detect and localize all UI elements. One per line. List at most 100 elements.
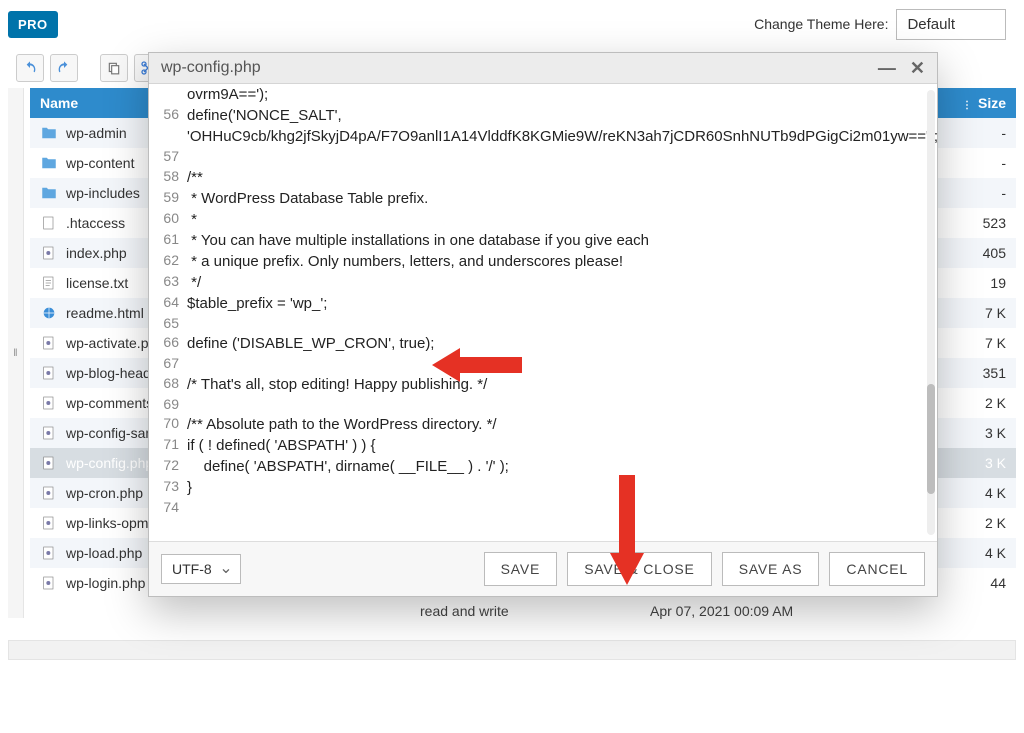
php-file-icon <box>40 424 58 442</box>
file-name: wp-cron.php <box>66 485 143 501</box>
file-name: wp-content <box>66 155 134 171</box>
line-content: * <box>187 209 937 230</box>
line-content: /* That's all, stop editing! Happy publi… <box>187 374 937 395</box>
code-line[interactable]: 63 */ <box>149 272 937 293</box>
file-size: 4 K <box>956 485 1016 501</box>
line-content: * WordPress Database Table prefix. <box>187 188 937 209</box>
code-line[interactable]: 61 * You can have multiple installations… <box>149 230 937 251</box>
line-number: 66 <box>149 333 187 354</box>
file-icon <box>40 214 58 232</box>
line-number: 74 <box>149 498 187 518</box>
line-number: 68 <box>149 374 187 395</box>
file-size: 351 <box>956 365 1016 381</box>
line-content <box>187 354 937 374</box>
html-file-icon <box>40 304 58 322</box>
line-content: * a unique prefix. Only numbers, letters… <box>187 251 937 272</box>
theme-select[interactable]: Default <box>896 9 1006 40</box>
line-content: /** Absolute path to the WordPress direc… <box>187 414 937 435</box>
sort-icon: ⋮ <box>962 100 972 111</box>
line-content: define ('DISABLE_WP_CRON', true); <box>187 333 937 354</box>
file-name: wp-includes <box>66 185 140 201</box>
file-size: 3 K <box>956 455 1016 471</box>
code-line[interactable]: 58/** <box>149 167 937 188</box>
pro-badge: PRO <box>8 11 58 38</box>
file-name: wp-login.php <box>66 575 145 591</box>
line-number: 69 <box>149 395 187 415</box>
code-line[interactable]: 59 * WordPress Database Table prefix. <box>149 188 937 209</box>
file-size: 19 <box>956 275 1016 291</box>
editor-footer: UTF-8 SAVE SAVE & CLOSE SAVE AS CANCEL <box>149 541 937 596</box>
minimize-icon[interactable]: — <box>878 59 896 77</box>
editor-titlebar[interactable]: wp-config.php — ✕ <box>149 53 937 84</box>
line-number: 56 <box>149 105 187 147</box>
line-content: define('NONCE_SALT', 'OHHuC9cb/khg2jfSky… <box>187 105 937 147</box>
line-content: $table_prefix = 'wp_'; <box>187 293 937 314</box>
code-line[interactable]: 65 <box>149 314 937 334</box>
line-number: 60 <box>149 209 187 230</box>
top-bar: PRO Change Theme Here: Default <box>0 0 1024 48</box>
close-icon[interactable]: ✕ <box>910 59 925 77</box>
line-number: 62 <box>149 251 187 272</box>
line-content <box>187 147 937 167</box>
line-content: */ <box>187 272 937 293</box>
line-number: 58 <box>149 167 187 188</box>
column-size-header[interactable]: ⋮Size <box>956 95 1016 111</box>
file-size: 7 K <box>956 305 1016 321</box>
file-size: 44 <box>956 575 1016 591</box>
code-line[interactable]: 57 <box>149 147 937 167</box>
horizontal-scrollbar[interactable] <box>8 640 1016 660</box>
undo-button[interactable] <box>16 54 44 82</box>
file-name: wp-admin <box>66 125 127 141</box>
code-line[interactable]: 66define ('DISABLE_WP_CRON', true); <box>149 333 937 354</box>
line-content: /** <box>187 167 937 188</box>
redo-button[interactable] <box>50 54 78 82</box>
collapse-rail[interactable]: ‖ <box>8 88 24 618</box>
php-file-icon <box>40 454 58 472</box>
code-line[interactable]: 62 * a unique prefix. Only numbers, lett… <box>149 251 937 272</box>
line-content <box>187 395 937 415</box>
scrollbar-thumb[interactable] <box>927 384 935 494</box>
save-button[interactable]: SAVE <box>484 552 558 586</box>
php-file-icon <box>40 394 58 412</box>
line-number: 59 <box>149 188 187 209</box>
code-line[interactable]: 74 <box>149 498 937 518</box>
code-line[interactable]: 70/** Absolute path to the WordPress dir… <box>149 414 937 435</box>
file-size: 523 <box>956 215 1016 231</box>
file-name: index.php <box>66 245 127 261</box>
line-number: 71 <box>149 435 187 456</box>
code-line[interactable]: 67 <box>149 354 937 374</box>
line-content: } <box>187 477 937 498</box>
line-number: 70 <box>149 414 187 435</box>
code-line[interactable]: 72 define( 'ABSPATH', dirname( __FILE__ … <box>149 456 937 477</box>
php-file-icon <box>40 484 58 502</box>
cancel-button[interactable]: CANCEL <box>829 552 925 586</box>
file-size: 2 K <box>956 515 1016 531</box>
code-line[interactable]: 69 <box>149 395 937 415</box>
line-number: 57 <box>149 147 187 167</box>
code-line[interactable]: 68/* That's all, stop editing! Happy pub… <box>149 374 937 395</box>
code-line[interactable]: 60 * <box>149 209 937 230</box>
code-line[interactable]: 73} <box>149 477 937 498</box>
line-number: 65 <box>149 314 187 334</box>
code-editor[interactable]: ovrm9A==');56define('NONCE_SALT', 'OHHuC… <box>149 84 937 541</box>
folder-icon <box>40 184 58 202</box>
code-line[interactable]: 64$table_prefix = 'wp_'; <box>149 293 937 314</box>
save-as-button[interactable]: SAVE AS <box>722 552 820 586</box>
line-number: 72 <box>149 456 187 477</box>
code-line[interactable]: 71if ( ! defined( 'ABSPATH' ) ) { <box>149 435 937 456</box>
php-file-icon <box>40 244 58 262</box>
php-file-icon <box>40 544 58 562</box>
encoding-select[interactable]: UTF-8 <box>161 554 241 584</box>
code-line[interactable]: 56define('NONCE_SALT', 'OHHuC9cb/khg2jfS… <box>149 105 937 147</box>
file-size: 4 K <box>956 545 1016 561</box>
code-line[interactable]: ovrm9A=='); <box>149 84 937 105</box>
line-content: * You can have multiple installations in… <box>187 230 937 251</box>
line-number: 61 <box>149 230 187 251</box>
save-close-button[interactable]: SAVE & CLOSE <box>567 552 712 586</box>
editor-dialog: wp-config.php — ✕ ovrm9A==');56define('N… <box>148 52 938 597</box>
file-size: 3 K <box>956 425 1016 441</box>
file-size: - <box>956 185 1016 201</box>
file-size: 405 <box>956 245 1016 261</box>
php-file-icon <box>40 514 58 532</box>
copy-button[interactable] <box>100 54 128 82</box>
